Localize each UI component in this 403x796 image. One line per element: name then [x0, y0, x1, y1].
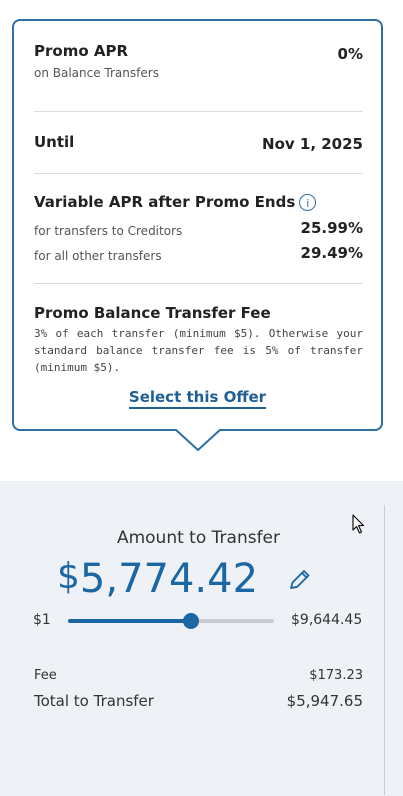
amount-slider[interactable]	[68, 613, 274, 629]
promo-apr-sub: on Balance Transfers	[34, 66, 159, 80]
pencil-icon[interactable]	[287, 568, 313, 598]
other-transfers-row: for all other transfers 29.49%	[34, 244, 363, 264]
slider-max-label: $9,644.45	[291, 612, 363, 628]
promo-apr-value: 0%	[337, 45, 363, 63]
fee-value: $173.23	[309, 668, 363, 683]
variable-apr-label: Variable APR after Promo Ends	[34, 193, 296, 211]
creditors-label: for transfers to Creditors	[34, 224, 183, 238]
until-row: Until Nov 1, 2025	[34, 133, 363, 153]
divider	[384, 505, 385, 795]
transfer-amount: $5,774.42	[57, 556, 258, 602]
divider	[34, 173, 363, 174]
other-transfers-value: 29.49%	[300, 244, 363, 262]
fee-label: Fee	[34, 668, 57, 683]
divider	[34, 283, 363, 284]
slider-fill	[68, 619, 192, 623]
variable-apr-row: Variable APR after Promo Ends i	[34, 193, 363, 211]
creditors-row: for transfers to Creditors 25.99%	[34, 219, 363, 239]
promo-apr-label: Promo APR	[34, 42, 129, 60]
total-value: $5,947.65	[286, 692, 363, 710]
until-value: Nov 1, 2025	[262, 135, 363, 153]
slider-min-label: $1	[33, 612, 51, 628]
fee-description: 3% of each transfer (minimum $5). Otherw…	[34, 327, 363, 374]
creditors-value: 25.99%	[300, 219, 363, 237]
select-offer-link-wrap: Select this Offer	[14, 388, 381, 409]
amount-title: Amount to Transfer	[116, 528, 281, 548]
fee-label: Promo Balance Transfer Fee	[34, 304, 271, 322]
currency-symbol: $	[57, 556, 80, 597]
fee-row: Promo Balance Transfer Fee 3% of each tr…	[34, 304, 363, 376]
other-transfers-label: for all other transfers	[34, 249, 162, 263]
divider	[34, 111, 363, 112]
promo-apr-row: Promo APR on Balance Transfers 0%	[34, 42, 363, 80]
transfer-panel: Amount to Transfer $5,774.42 $1 $9,644.4…	[0, 481, 403, 796]
slider-thumb[interactable]	[183, 613, 200, 629]
info-icon[interactable]: i	[299, 194, 317, 211]
amount-value: 5,774.42	[79, 556, 259, 602]
select-offer-link[interactable]: Select this Offer	[128, 388, 267, 409]
total-label: Total to Transfer	[34, 692, 154, 710]
offer-card: Promo APR on Balance Transfers 0% Until …	[12, 19, 383, 431]
